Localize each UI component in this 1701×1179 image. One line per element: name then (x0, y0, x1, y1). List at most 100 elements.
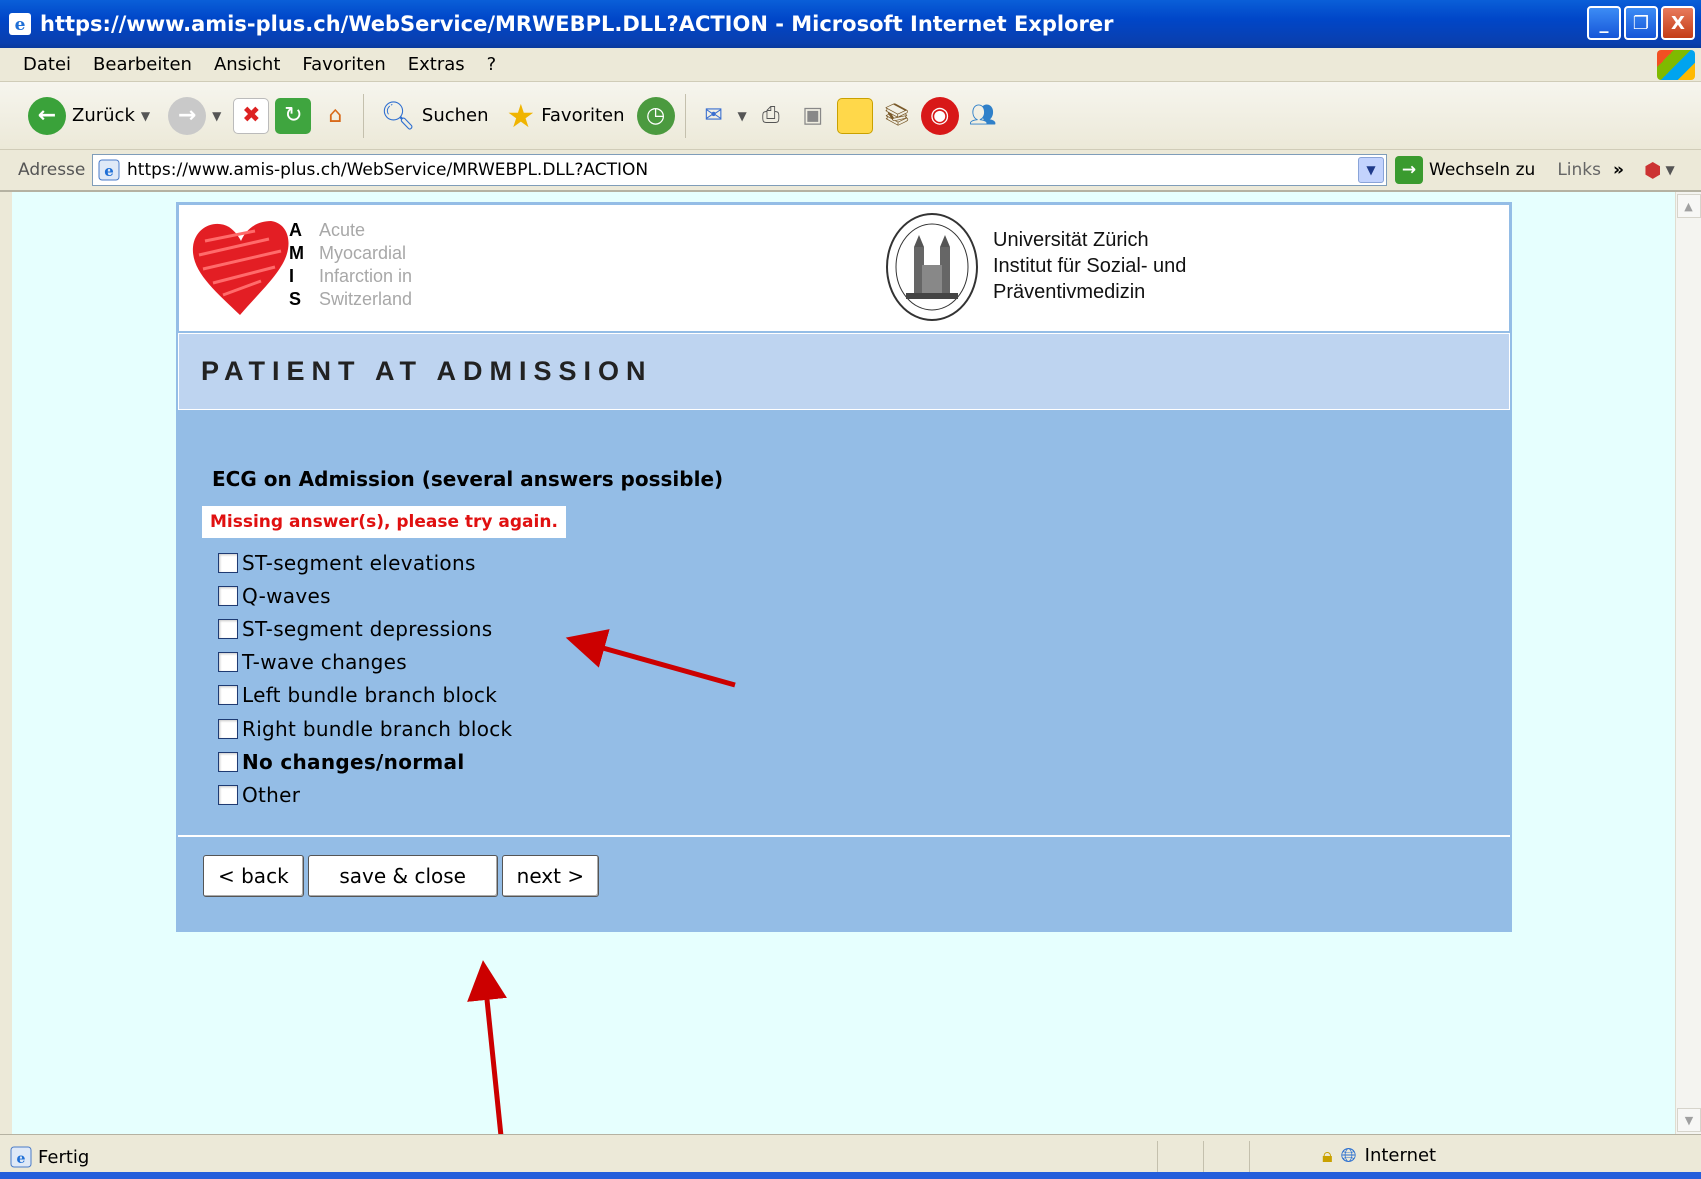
edit-icon[interactable]: ▣ (795, 98, 831, 134)
back-nav-button[interactable]: < back (203, 855, 304, 897)
back-label: Zurück (72, 105, 135, 126)
address-input[interactable]: e https://www.amis-plus.ch/WebService/MR… (92, 154, 1387, 186)
menu-extras[interactable]: Extras (397, 54, 476, 75)
university-line: Institut für Sozial- und (993, 255, 1187, 277)
go-button[interactable]: → Wechseln zu (1395, 156, 1535, 184)
form-panel: A Acute M Myocardial I Infarction in S Switz… (176, 202, 1512, 932)
history-icon[interactable]: ◷ (636, 96, 675, 135)
toolbar-separator (363, 93, 365, 138)
page-status-icon: e (10, 1146, 32, 1168)
links-label[interactable]: Links (1557, 160, 1601, 180)
search-button[interactable]: 🔍︎ Suchen (374, 94, 494, 138)
svg-text:e: e (17, 1151, 26, 1167)
acrobat-dropdown-icon[interactable]: ▼ (1665, 163, 1674, 177)
windows-logo-icon (1657, 50, 1695, 80)
checkbox[interactable] (218, 652, 238, 673)
toolbar-separator (684, 93, 686, 138)
scroll-up-icon[interactable]: ▲ (1676, 194, 1701, 218)
amis-letter: S (289, 289, 302, 309)
scroll-down-icon[interactable]: ▼ (1677, 1108, 1701, 1132)
ie-icon: e (9, 13, 31, 35)
mail-dropdown-icon[interactable]: ▼ (738, 109, 747, 123)
window-title-bar[interactable]: e https://www.amis-plus.ch/WebService/MR… (0, 0, 1701, 48)
note-icon[interactable] (836, 97, 873, 134)
university-seal-logo (886, 213, 978, 321)
menu-datei[interactable]: Datei (0, 54, 82, 75)
links-more-icon[interactable]: » (1613, 160, 1624, 180)
address-dropdown-icon[interactable]: ▼ (1358, 157, 1384, 183)
search-icon: 🔍︎ (380, 99, 416, 132)
question-label: ECG on Admission (several answers possib… (212, 467, 724, 491)
menu-help[interactable]: ? (476, 54, 508, 75)
save-close-button[interactable]: save & close (307, 855, 498, 897)
option-q-waves[interactable]: Q-waves (218, 579, 512, 612)
status-text: Fertig (38, 1146, 90, 1168)
option-label: Left bundle branch block (242, 683, 498, 708)
option-other[interactable]: Other (218, 778, 512, 811)
answer-options: ST-segment elevations Q-waves ST-segment… (218, 546, 512, 812)
forward-button[interactable]: → ▼ (162, 94, 227, 138)
refresh-icon[interactable]: ↻ (275, 97, 312, 134)
address-url: https://www.amis-plus.ch/WebService/MRWE… (127, 160, 649, 180)
window-title: https://www.amis-plus.ch/WebService/MRWE… (40, 12, 1114, 36)
option-lbbb[interactable]: Left bundle branch block (218, 679, 512, 712)
page-header: A Acute M Myocardial I Infarction in S Switz… (178, 204, 1510, 332)
vertical-scrollbar[interactable]: ▲ ▼ (1675, 192, 1701, 1134)
university-name: Universität Zürich Institut für Sozial- … (993, 227, 1186, 305)
university-line: Universität Zürich (993, 229, 1149, 251)
amis-word: Myocardial (319, 243, 407, 263)
option-st-depressions[interactable]: ST-segment depressions (218, 612, 512, 645)
back-dropdown-icon[interactable]: ▼ (141, 109, 150, 123)
menu-bearbeiten[interactable]: Bearbeiten (82, 54, 203, 75)
option-st-elevations[interactable]: ST-segment elevations (218, 546, 512, 579)
svg-text:e: e (104, 162, 114, 180)
option-label: T-wave changes (242, 650, 407, 675)
checkbox[interactable] (218, 685, 238, 706)
go-arrow-icon: → (1395, 156, 1423, 184)
menu-favoriten[interactable]: Favoriten (291, 54, 396, 75)
option-label: Other (242, 782, 301, 807)
research-icon[interactable]: 📚︎ (879, 98, 915, 134)
button-row: < back save & close next > (203, 855, 600, 897)
option-no-changes[interactable]: No changes/normal (218, 745, 512, 778)
messenger-icon[interactable]: ◉ (920, 96, 959, 135)
next-nav-button[interactable]: next > (501, 855, 600, 897)
section-title: PATIENT AT ADMISSION (178, 333, 1510, 410)
option-t-wave-changes[interactable]: T-wave changes (218, 646, 512, 679)
amis-letter: A (289, 220, 302, 240)
forward-dropdown-icon[interactable]: ▼ (212, 109, 221, 123)
back-button[interactable]: ← Zurück ▼ (22, 94, 156, 138)
favorites-label: Favoriten (541, 105, 625, 126)
checkbox[interactable] (218, 751, 238, 772)
star-icon: ★ (506, 96, 536, 135)
checkbox[interactable] (218, 784, 238, 805)
checkbox[interactable] (218, 718, 238, 739)
checkbox[interactable] (218, 618, 238, 639)
print-icon[interactable]: ⎙ (753, 98, 789, 134)
contacts-icon[interactable]: 👥︎ (965, 98, 1001, 134)
option-label: ST-segment depressions (242, 616, 493, 641)
forward-arrow-icon: → (168, 96, 207, 135)
menu-ansicht[interactable]: Ansicht (203, 54, 291, 75)
status-cell (1249, 1141, 1295, 1173)
amis-letter: I (289, 266, 295, 286)
mail-icon[interactable]: ✉ (696, 98, 732, 134)
restore-button[interactable]: ❐ (1624, 6, 1658, 40)
favorites-button[interactable]: ★ Favoriten (501, 94, 631, 138)
divider (178, 835, 1510, 837)
option-label: Right bundle branch block (242, 716, 513, 741)
acrobat-icon[interactable]: ⬢ (1644, 158, 1661, 182)
search-label: Suchen (421, 105, 489, 126)
home-icon[interactable]: ⌂ (317, 98, 353, 134)
back-arrow-icon: ← (28, 96, 66, 135)
address-bar: Adresse e https://www.amis-plus.ch/WebSe… (0, 150, 1701, 192)
option-rbbb[interactable]: Right bundle branch block (218, 712, 512, 745)
checkbox[interactable] (218, 552, 238, 573)
svg-text:e: e (15, 15, 26, 35)
stop-icon[interactable]: ✖ (233, 97, 270, 134)
page-icon: e (98, 159, 120, 181)
minimize-button[interactable]: _ (1587, 6, 1621, 40)
security-zone: 🔒︎ 🌐︎ Internet (1322, 1143, 1436, 1167)
checkbox[interactable] (218, 585, 238, 606)
close-button[interactable]: X (1661, 6, 1695, 40)
